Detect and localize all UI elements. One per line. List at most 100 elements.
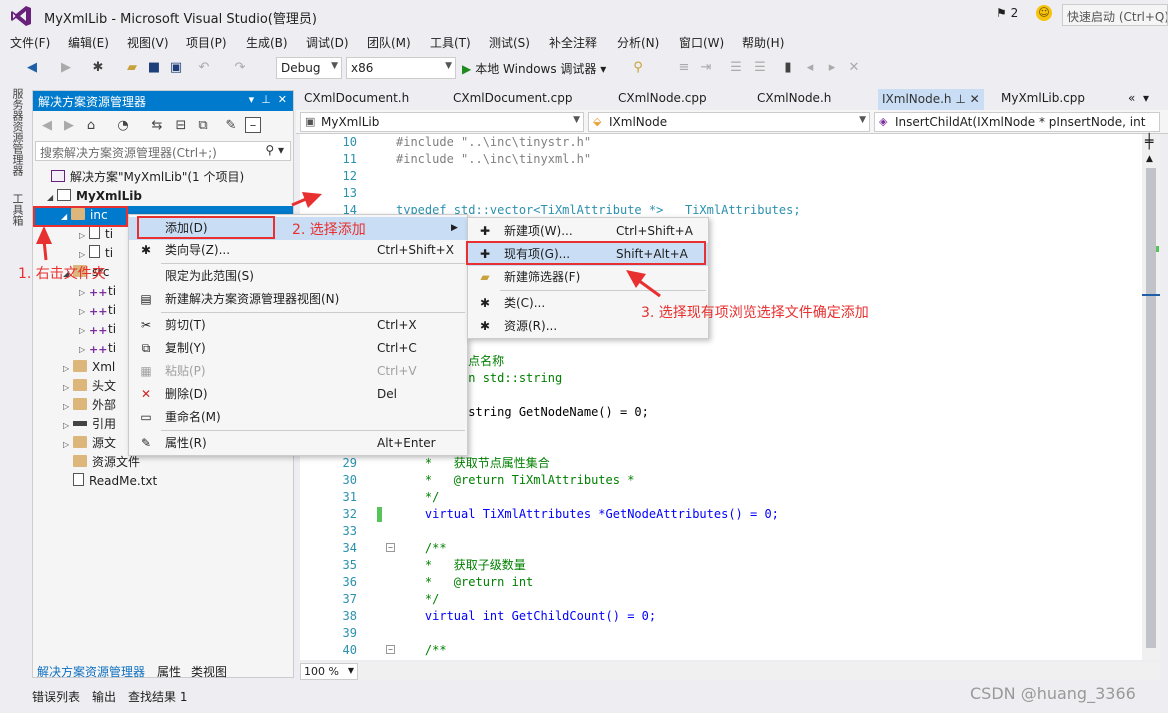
forward-icon[interactable]: ▶ [61,118,77,134]
menu-file[interactable]: 文件(F) [10,34,50,51]
home-icon[interactable]: ⌂ [83,118,99,134]
back-icon[interactable]: ◀ [39,118,55,134]
menu-help[interactable]: 帮助(H) [742,34,784,51]
menu-item-new-item[interactable]: ✚ 新建项(W)... Ctrl+Shift+A [468,220,708,243]
redo-icon[interactable]: ↷ [232,60,248,76]
tree-item-file[interactable]: ▷ ++ti [79,339,116,358]
show-all-icon[interactable]: ⧉ [195,118,211,134]
new-project-icon[interactable]: ✱ [90,60,106,76]
tree-item-file[interactable]: ▷ ++ti [79,282,116,301]
undo-icon[interactable]: ↶ [196,60,212,76]
tab-overflow-icon[interactable]: « ▾ [1128,91,1149,105]
platform-select[interactable]: x86 ▼ [346,57,456,79]
pin-icon[interactable]: ⊥ [261,93,271,106]
tree-item-folder[interactable]: ▷ 外部 [63,396,116,415]
prev-bookmark-icon[interactable]: ◂ [802,60,818,76]
menu-item-properties[interactable]: ✎ 属性(R) Alt+Enter [129,432,467,455]
uncomment-icon[interactable]: ☰ [752,60,768,76]
bookmark-icon[interactable]: ▮ [780,60,796,76]
zoom-select[interactable]: 100 % ▼ [300,663,358,680]
fold-toggle-icon[interactable]: − [386,543,395,552]
tab-cxmlnode-h[interactable]: CXmlNode.h [757,91,831,105]
menu-item-paste[interactable]: ▦ 粘贴(P) Ctrl+V [129,360,467,383]
tree-item-references[interactable]: ▷ 引用 [63,415,116,434]
notifications[interactable]: ⚑ 2 [996,6,1018,20]
collapse-all-icon[interactable]: ⊟ [173,118,189,134]
tab-properties[interactable]: 属性 [157,663,181,680]
tree-item-project[interactable]: ◢ MyXmlLib [47,187,142,206]
tree-item-folder[interactable]: ▷ 源文 [63,434,116,453]
menu-item-new-view[interactable]: ▤ 新建解决方案资源管理器视图(N) [129,288,467,311]
menu-analyze[interactable]: 分析(N) [617,34,659,51]
menu-team[interactable]: 团队(M) [367,34,411,51]
menu-item-rename[interactable]: ▭ 重命名(M) [129,406,467,429]
tab-cxmldocument-cpp[interactable]: CXmlDocument.cpp [453,91,572,105]
menu-item-class-wizard[interactable]: ✱ 类向导(Z)... Ctrl+Shift+X [129,239,467,262]
pin-icon[interactable]: ⊥ [955,92,965,106]
properties-wrench-icon[interactable]: ✎ [223,118,239,134]
tab-class-view[interactable]: 类视图 [191,663,227,680]
tree-item-file[interactable]: ▷ ++ti [79,301,116,320]
menu-test[interactable]: 测试(S) [489,34,530,51]
clear-bookmarks-icon[interactable]: ✕ [846,60,862,76]
tab-cxmlnode-cpp[interactable]: CXmlNode.cpp [618,91,707,105]
close-icon[interactable]: ✕ [278,93,287,106]
menu-item-scope-to-this[interactable]: 限定为此范围(S) [129,265,467,288]
tab-error-list[interactable]: 错误列表 [32,688,80,705]
split-icon[interactable]: ╪ [1145,134,1153,150]
tab-ixmlnode-h[interactable]: IXmlNode.h ⊥ ✕ [878,89,984,110]
tab-myxmllib-cpp[interactable]: MyXmlLib.cpp [1001,91,1085,105]
menu-item-copy[interactable]: ⧉ 复制(Y) Ctrl+C [129,337,467,360]
sync-icon[interactable]: ⇆ [149,118,165,134]
project-scope-select[interactable]: ▣ MyXmlLib ▼ [300,112,584,132]
save-icon[interactable]: ■ [146,60,162,76]
feedback-smiley-icon[interactable]: ☺ [1036,5,1052,21]
scroll-up-icon[interactable]: ▲ [1146,154,1153,164]
format-icon[interactable]: ≡ [676,60,692,76]
close-icon[interactable]: ✕ [970,92,980,106]
menu-view[interactable]: 视图(V) [127,34,169,51]
tree-item-file[interactable]: ReadMe.txt [73,472,157,491]
tab-output[interactable]: 输出 [92,688,116,705]
preview-icon[interactable]: – [245,117,261,133]
open-folder-icon[interactable]: ▰ [124,60,140,76]
history-icon[interactable]: ◔ [115,118,131,134]
find-icon[interactable]: ⚲ [630,60,646,76]
tree-item-solution[interactable]: 解决方案"MyXmlLib"(1 个项目) [41,168,244,187]
save-all-icon[interactable]: ▣ [168,60,184,76]
menu-project[interactable]: 项目(P) [186,34,227,51]
toolbox-tab[interactable]: 工具箱 [9,193,25,226]
comment-icon[interactable]: ☰ [728,60,744,76]
start-debug-button[interactable]: ▶ 本地 Windows 调试器 ▾ [462,60,606,77]
tab-solution-explorer[interactable]: 解决方案资源管理器 [37,663,145,680]
tree-item-folder[interactable]: ▷ Xml [63,358,115,377]
tree-item-file[interactable]: ▷ ++ti [79,320,116,339]
dropdown-icon[interactable]: ▾ [249,93,255,106]
server-explorer-tab[interactable]: 服务器资源管理器 [9,88,25,176]
menu-item-delete[interactable]: ✕ 删除(D) Del [129,383,467,406]
tree-item-file[interactable]: ▷ ti [79,225,113,244]
tab-cxmldocument-h[interactable]: CXmlDocument.h [304,91,409,105]
solution-config-select[interactable]: Debug ▼ [276,57,342,79]
menu-item-cut[interactable]: ✂ 剪切(T) Ctrl+X [129,314,467,337]
tree-item-folder[interactable]: ▷ 头文 [63,377,116,396]
quick-launch-input[interactable]: 快速启动 (Ctrl+Q) [1062,4,1168,26]
class-select[interactable]: ⬙ IXmlNode ▼ [588,112,870,132]
menu-edit[interactable]: 编辑(E) [68,34,109,51]
member-select[interactable]: ◈ InsertChildAt(IXmlNode * pInsertNode, i… [874,112,1160,132]
tree-item-file[interactable]: ▷ ti [79,244,113,263]
menu-tools[interactable]: 工具(T) [430,34,471,51]
menu-build[interactable]: 生成(B) [246,34,288,51]
menu-debug[interactable]: 调试(D) [306,34,349,51]
solution-explorer-search-input[interactable]: 搜索解决方案资源管理器(Ctrl+;) ⚲ ▾ [35,141,291,161]
indent-icon[interactable]: ⇥ [698,60,714,76]
tab-find-results[interactable]: 查找结果 1 [128,688,187,705]
forward-icon[interactable]: ▶ [58,60,74,76]
fold-toggle-icon[interactable]: − [386,645,395,654]
scrollbar-thumb[interactable] [1146,168,1156,648]
menu-window[interactable]: 窗口(W) [679,34,724,51]
menu-item-new-filter[interactable]: ▰ 新建筛选器(F) [468,266,708,289]
next-bookmark-icon[interactable]: ▸ [824,60,840,76]
editor-vertical-scrollbar[interactable]: ╪ ▲ [1142,134,1160,660]
back-icon[interactable]: ◀ [24,60,40,76]
